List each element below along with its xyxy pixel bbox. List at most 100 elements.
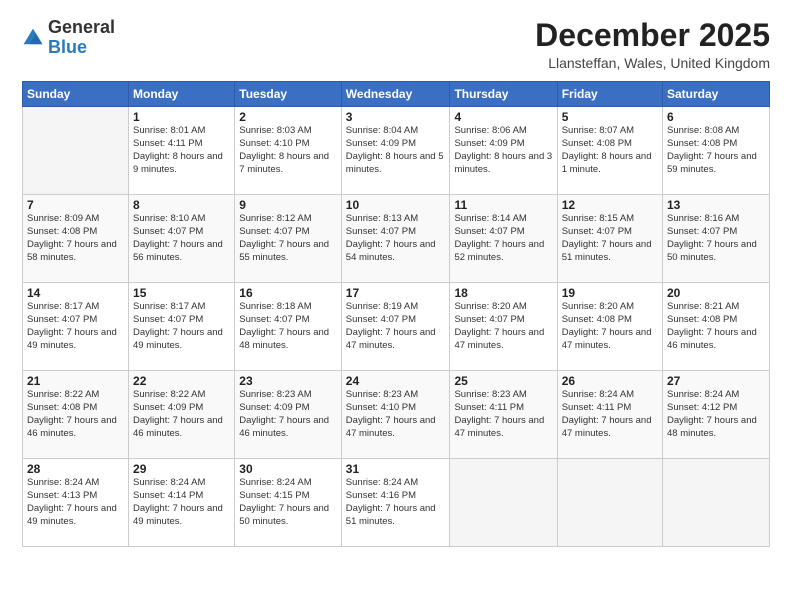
col-header-friday: Friday [557,82,662,107]
day-info: Sunrise: 8:10 AMSunset: 4:07 PMDaylight:… [133,213,230,264]
day-info: Sunrise: 8:24 AMSunset: 4:12 PMDaylight:… [667,389,765,440]
day-info: Sunrise: 8:17 AMSunset: 4:07 PMDaylight:… [27,301,124,352]
day-info: Sunrise: 8:06 AMSunset: 4:09 PMDaylight:… [454,125,552,176]
day-number: 31 [346,462,446,476]
week-row-3: 14Sunrise: 8:17 AMSunset: 4:07 PMDayligh… [23,283,770,371]
day-info: Sunrise: 8:21 AMSunset: 4:08 PMDaylight:… [667,301,765,352]
day-cell: 3Sunrise: 8:04 AMSunset: 4:09 PMDaylight… [341,107,450,195]
day-info: Sunrise: 8:04 AMSunset: 4:09 PMDaylight:… [346,125,446,176]
col-header-saturday: Saturday [663,82,770,107]
col-header-sunday: Sunday [23,82,129,107]
day-number: 7 [27,198,124,212]
day-number: 6 [667,110,765,124]
logo-icon [22,27,44,49]
day-cell: 21Sunrise: 8:22 AMSunset: 4:08 PMDayligh… [23,371,129,459]
day-number: 13 [667,198,765,212]
day-cell: 23Sunrise: 8:23 AMSunset: 4:09 PMDayligh… [235,371,342,459]
day-info: Sunrise: 8:12 AMSunset: 4:07 PMDaylight:… [239,213,337,264]
day-info: Sunrise: 8:23 AMSunset: 4:11 PMDaylight:… [454,389,552,440]
day-cell: 9Sunrise: 8:12 AMSunset: 4:07 PMDaylight… [235,195,342,283]
week-row-4: 21Sunrise: 8:22 AMSunset: 4:08 PMDayligh… [23,371,770,459]
day-number: 2 [239,110,337,124]
day-number: 23 [239,374,337,388]
day-info: Sunrise: 8:24 AMSunset: 4:14 PMDaylight:… [133,477,230,528]
day-number: 5 [562,110,658,124]
header-row: SundayMondayTuesdayWednesdayThursdayFrid… [23,82,770,107]
page: General Blue December 2025 Llansteffan, … [0,0,792,612]
col-header-thursday: Thursday [450,82,557,107]
day-number: 12 [562,198,658,212]
day-cell: 25Sunrise: 8:23 AMSunset: 4:11 PMDayligh… [450,371,557,459]
day-number: 1 [133,110,230,124]
day-number: 30 [239,462,337,476]
day-number: 9 [239,198,337,212]
day-cell: 4Sunrise: 8:06 AMSunset: 4:09 PMDaylight… [450,107,557,195]
day-info: Sunrise: 8:09 AMSunset: 4:08 PMDaylight:… [27,213,124,264]
day-number: 17 [346,286,446,300]
day-number: 24 [346,374,446,388]
day-number: 22 [133,374,230,388]
day-cell: 30Sunrise: 8:24 AMSunset: 4:15 PMDayligh… [235,459,342,547]
day-info: Sunrise: 8:17 AMSunset: 4:07 PMDaylight:… [133,301,230,352]
day-number: 27 [667,374,765,388]
day-cell: 26Sunrise: 8:24 AMSunset: 4:11 PMDayligh… [557,371,662,459]
day-cell: 14Sunrise: 8:17 AMSunset: 4:07 PMDayligh… [23,283,129,371]
day-info: Sunrise: 8:24 AMSunset: 4:13 PMDaylight:… [27,477,124,528]
day-number: 15 [133,286,230,300]
day-number: 4 [454,110,552,124]
logo: General Blue [22,18,115,58]
col-header-tuesday: Tuesday [235,82,342,107]
day-cell: 28Sunrise: 8:24 AMSunset: 4:13 PMDayligh… [23,459,129,547]
day-cell: 22Sunrise: 8:22 AMSunset: 4:09 PMDayligh… [129,371,235,459]
day-info: Sunrise: 8:07 AMSunset: 4:08 PMDaylight:… [562,125,658,176]
day-cell: 10Sunrise: 8:13 AMSunset: 4:07 PMDayligh… [341,195,450,283]
day-cell: 29Sunrise: 8:24 AMSunset: 4:14 PMDayligh… [129,459,235,547]
day-cell: 1Sunrise: 8:01 AMSunset: 4:11 PMDaylight… [129,107,235,195]
day-cell: 24Sunrise: 8:23 AMSunset: 4:10 PMDayligh… [341,371,450,459]
day-cell: 6Sunrise: 8:08 AMSunset: 4:08 PMDaylight… [663,107,770,195]
day-info: Sunrise: 8:20 AMSunset: 4:08 PMDaylight:… [562,301,658,352]
day-cell: 27Sunrise: 8:24 AMSunset: 4:12 PMDayligh… [663,371,770,459]
day-number: 11 [454,198,552,212]
logo-general: General [48,17,115,37]
day-info: Sunrise: 8:20 AMSunset: 4:07 PMDaylight:… [454,301,552,352]
day-info: Sunrise: 8:18 AMSunset: 4:07 PMDaylight:… [239,301,337,352]
day-info: Sunrise: 8:08 AMSunset: 4:08 PMDaylight:… [667,125,765,176]
day-cell: 15Sunrise: 8:17 AMSunset: 4:07 PMDayligh… [129,283,235,371]
week-row-1: 1Sunrise: 8:01 AMSunset: 4:11 PMDaylight… [23,107,770,195]
day-cell: 20Sunrise: 8:21 AMSunset: 4:08 PMDayligh… [663,283,770,371]
day-cell: 31Sunrise: 8:24 AMSunset: 4:16 PMDayligh… [341,459,450,547]
day-cell: 8Sunrise: 8:10 AMSunset: 4:07 PMDaylight… [129,195,235,283]
day-number: 21 [27,374,124,388]
day-cell: 5Sunrise: 8:07 AMSunset: 4:08 PMDaylight… [557,107,662,195]
month-title: December 2025 [535,18,770,53]
day-cell [450,459,557,547]
day-cell: 18Sunrise: 8:20 AMSunset: 4:07 PMDayligh… [450,283,557,371]
week-row-2: 7Sunrise: 8:09 AMSunset: 4:08 PMDaylight… [23,195,770,283]
day-cell: 7Sunrise: 8:09 AMSunset: 4:08 PMDaylight… [23,195,129,283]
day-info: Sunrise: 8:19 AMSunset: 4:07 PMDaylight:… [346,301,446,352]
day-info: Sunrise: 8:22 AMSunset: 4:08 PMDaylight:… [27,389,124,440]
logo-text: General Blue [48,18,115,58]
day-number: 28 [27,462,124,476]
day-info: Sunrise: 8:03 AMSunset: 4:10 PMDaylight:… [239,125,337,176]
day-number: 20 [667,286,765,300]
day-info: Sunrise: 8:24 AMSunset: 4:11 PMDaylight:… [562,389,658,440]
day-info: Sunrise: 8:14 AMSunset: 4:07 PMDaylight:… [454,213,552,264]
day-cell: 2Sunrise: 8:03 AMSunset: 4:10 PMDaylight… [235,107,342,195]
day-number: 26 [562,374,658,388]
calendar: SundayMondayTuesdayWednesdayThursdayFrid… [22,81,770,547]
week-row-5: 28Sunrise: 8:24 AMSunset: 4:13 PMDayligh… [23,459,770,547]
day-info: Sunrise: 8:16 AMSunset: 4:07 PMDaylight:… [667,213,765,264]
day-cell [557,459,662,547]
col-header-monday: Monday [129,82,235,107]
day-info: Sunrise: 8:23 AMSunset: 4:09 PMDaylight:… [239,389,337,440]
day-number: 29 [133,462,230,476]
day-number: 19 [562,286,658,300]
day-info: Sunrise: 8:15 AMSunset: 4:07 PMDaylight:… [562,213,658,264]
day-cell: 19Sunrise: 8:20 AMSunset: 4:08 PMDayligh… [557,283,662,371]
day-number: 8 [133,198,230,212]
location: Llansteffan, Wales, United Kingdom [535,55,770,71]
day-number: 18 [454,286,552,300]
title-block: December 2025 Llansteffan, Wales, United… [535,18,770,71]
